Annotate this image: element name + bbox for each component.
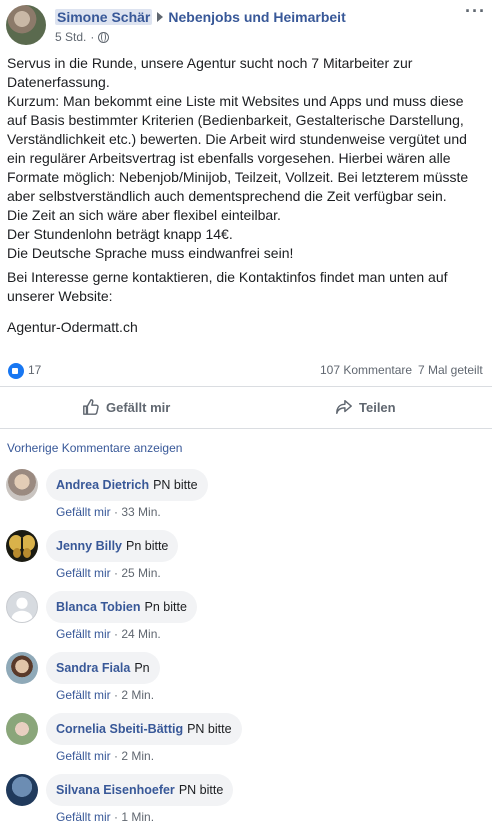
author-name-link[interactable]: Simone Schär [55, 9, 153, 25]
comment-time[interactable]: 1 Min. [121, 810, 154, 824]
share-button[interactable]: Teilen [335, 386, 396, 428]
comment-item: Jenny Billy Pn bitte Gefällt mir · 25 Mi… [0, 530, 492, 586]
commenter-avatar[interactable] [6, 774, 38, 806]
commenter-name[interactable]: Silvana Eisenhoefer [56, 783, 175, 797]
comment-count[interactable]: 107 Kommentare [320, 363, 412, 377]
comment-bubble: Andrea Dietrich PN bitte [46, 469, 208, 501]
comment-time[interactable]: 24 Min. [121, 627, 160, 641]
comment-time[interactable]: 2 Min. [121, 749, 154, 763]
commenter-avatar[interactable] [6, 652, 38, 684]
arrow-right-icon [157, 12, 164, 22]
comment-text: PN bitte [153, 478, 198, 492]
comment-meta: Gefällt mir · 2 Min. [56, 749, 155, 763]
more-options-icon[interactable]: ··· [465, 2, 486, 20]
comment-text: PN bitte [187, 722, 232, 736]
comment-item: Silvana Eisenhoefer PN bitte Gefällt mir… [0, 774, 492, 830]
comment-meta: Gefällt mir · 1 Min. [56, 810, 155, 824]
comment-text: Pn bitte [144, 600, 187, 614]
comment-like-link[interactable]: Gefällt mir [56, 749, 111, 763]
globe-icon [98, 31, 110, 43]
thumb-up-icon [83, 399, 99, 415]
comment-bubble: Blanca Tobien Pn bitte [46, 591, 197, 623]
post-meta: 5 Std. · [55, 30, 110, 44]
comment-meta: Gefällt mir · 25 Min. [56, 566, 161, 580]
comment-time[interactable]: 33 Min. [121, 505, 160, 519]
comment-bubble: Jenny Billy Pn bitte [46, 530, 179, 562]
comment-like-link[interactable]: Gefällt mir [56, 566, 111, 580]
comment-meta: Gefällt mir · 2 Min. [56, 688, 155, 702]
commenter-name[interactable]: Sandra Fiala [56, 661, 130, 675]
group-name-link[interactable]: Nebenjobs und Heimarbeit [168, 9, 345, 25]
comment-item: Andrea Dietrich PN bitte Gefällt mir · 3… [0, 469, 492, 525]
comment-bubble: Cornelia Sbeiti-Bättig PN bitte [46, 713, 242, 745]
divider [0, 428, 492, 429]
post-paragraph-website: Agentur-Odermatt.ch [7, 319, 138, 335]
commenter-name[interactable]: Andrea Dietrich [56, 478, 149, 492]
commenter-avatar[interactable] [6, 469, 38, 501]
comment-item: Cornelia Sbeiti-Bättig PN bitte Gefällt … [0, 713, 492, 769]
comment-bubble: Silvana Eisenhoefer PN bitte [46, 774, 234, 806]
comment-like-link[interactable]: Gefällt mir [56, 505, 111, 519]
butterfly-icon [9, 535, 35, 558]
comment-text: Pn [134, 661, 150, 675]
comment-like-link[interactable]: Gefällt mir [56, 688, 111, 702]
comment-like-link[interactable]: Gefällt mir [56, 627, 111, 641]
commenter-avatar[interactable] [6, 530, 38, 562]
like-count[interactable]: 17 [28, 363, 41, 377]
default-user-icon [11, 597, 33, 622]
commenter-name[interactable]: Blanca Tobien [56, 600, 141, 614]
post-paragraph-contact: Bei Interesse gerne kontaktieren, die Ko… [7, 269, 448, 304]
comment-item: Sandra Fiala Pn Gefällt mir · 2 Min. [0, 652, 492, 708]
post-time[interactable]: 5 Std. [55, 30, 86, 44]
comment-text: PN bitte [178, 783, 224, 797]
facebook-post: Simone Schär Nebenjobs und Heimarbeit 5 … [0, 0, 492, 831]
commenter-name[interactable]: Cornelia Sbeiti-Bättig [56, 722, 183, 736]
share-arrow-icon [336, 399, 352, 415]
share-count[interactable]: 7 Mal geteilt [418, 363, 483, 377]
like-button-label: Gefällt mir [106, 399, 171, 415]
separator-dot: · [90, 30, 95, 44]
comment-time[interactable]: 2 Min. [121, 688, 154, 702]
comment-bubble: Sandra Fiala Pn [46, 652, 160, 684]
comment-like-link[interactable]: Gefällt mir [56, 810, 111, 824]
commenter-name[interactable]: Jenny Billy [56, 539, 122, 553]
post-stats: 17 107 Kommentare 7 Mal geteilt [0, 358, 492, 384]
post-header: Simone Schär Nebenjobs und Heimarbeit 5 … [0, 0, 492, 52]
previous-comments-link[interactable]: Vorherige Kommentare anzeigen [7, 441, 182, 455]
comment-meta: Gefällt mir · 33 Min. [56, 505, 161, 519]
like-reaction-icon[interactable] [8, 363, 24, 379]
post-body: Servus in die Runde, unsere Agentur such… [7, 54, 485, 342]
like-button[interactable]: Gefällt mir [82, 386, 170, 428]
comment-text: Pn bitte [126, 539, 169, 553]
commenter-avatar[interactable] [6, 591, 38, 623]
comment-item: Blanca Tobien Pn bitte Gefällt mir · 24 … [0, 591, 492, 647]
post-paragraph-main: Servus in die Runde, unsere Agentur such… [7, 55, 469, 261]
author-avatar[interactable] [6, 5, 46, 45]
commenter-avatar[interactable] [6, 713, 38, 745]
post-title-line: Simone Schär Nebenjobs und Heimarbeit [55, 8, 346, 26]
action-bar: Gefällt mir Teilen [0, 386, 492, 428]
comment-meta: Gefällt mir · 24 Min. [56, 627, 161, 641]
share-button-label: Teilen [359, 399, 396, 415]
comment-time[interactable]: 25 Min. [121, 566, 160, 580]
